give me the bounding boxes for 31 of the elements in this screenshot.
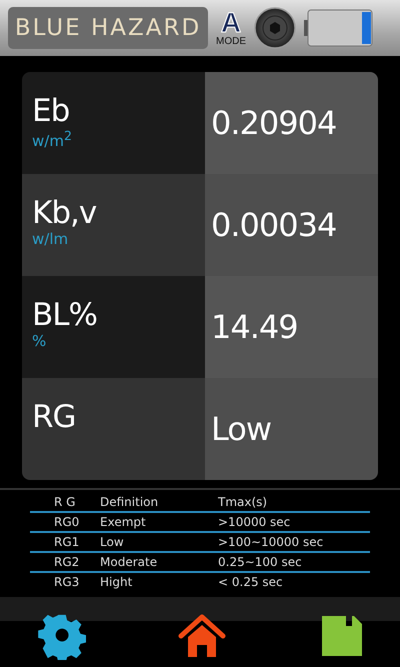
measure-name: RG bbox=[32, 400, 77, 434]
measure-value: 0.00034 bbox=[211, 206, 336, 244]
table-cell: 0.25~100 sec bbox=[218, 555, 302, 569]
home-icon[interactable] bbox=[178, 612, 226, 660]
table-cell-text: Low bbox=[100, 535, 125, 549]
column-header: Definition bbox=[100, 495, 160, 509]
table-cell-text: Hight bbox=[100, 575, 134, 589]
shutter-icon[interactable] bbox=[254, 7, 296, 49]
measure-value: Low bbox=[211, 410, 272, 448]
measure-name: Kb,v bbox=[32, 196, 98, 230]
measure-name: BL% bbox=[32, 298, 98, 332]
settings-icon[interactable] bbox=[38, 612, 86, 660]
table-cell-text: RG0 bbox=[53, 515, 80, 529]
unit-label: w/lm bbox=[32, 230, 70, 248]
unit-label: w/m$^{2}$ bbox=[32, 128, 73, 150]
column-header: R G bbox=[53, 495, 76, 509]
table-cell-text: Moderate bbox=[100, 555, 158, 569]
table-cell-text: RG1 bbox=[53, 535, 80, 549]
table-cell-text: RG3 bbox=[53, 575, 80, 589]
table-cell-text: RG2 bbox=[53, 555, 80, 569]
mode-button[interactable]: A MODE bbox=[214, 10, 248, 46]
table-cell: >10000 sec bbox=[218, 515, 290, 529]
app-title: BLUE HAZARD bbox=[14, 15, 202, 41]
table-cell-text: Exempt bbox=[100, 515, 147, 529]
column-header: Tmax(s) bbox=[218, 495, 268, 509]
measure-value: 0.20904 bbox=[211, 104, 336, 142]
table-cell: >100~10000 sec bbox=[218, 535, 324, 549]
unit-label: % bbox=[32, 332, 48, 350]
measure-name: Eb bbox=[32, 94, 70, 128]
table-cell: < 0.25 sec bbox=[218, 575, 283, 589]
measure-value: 14.49 bbox=[211, 308, 298, 346]
